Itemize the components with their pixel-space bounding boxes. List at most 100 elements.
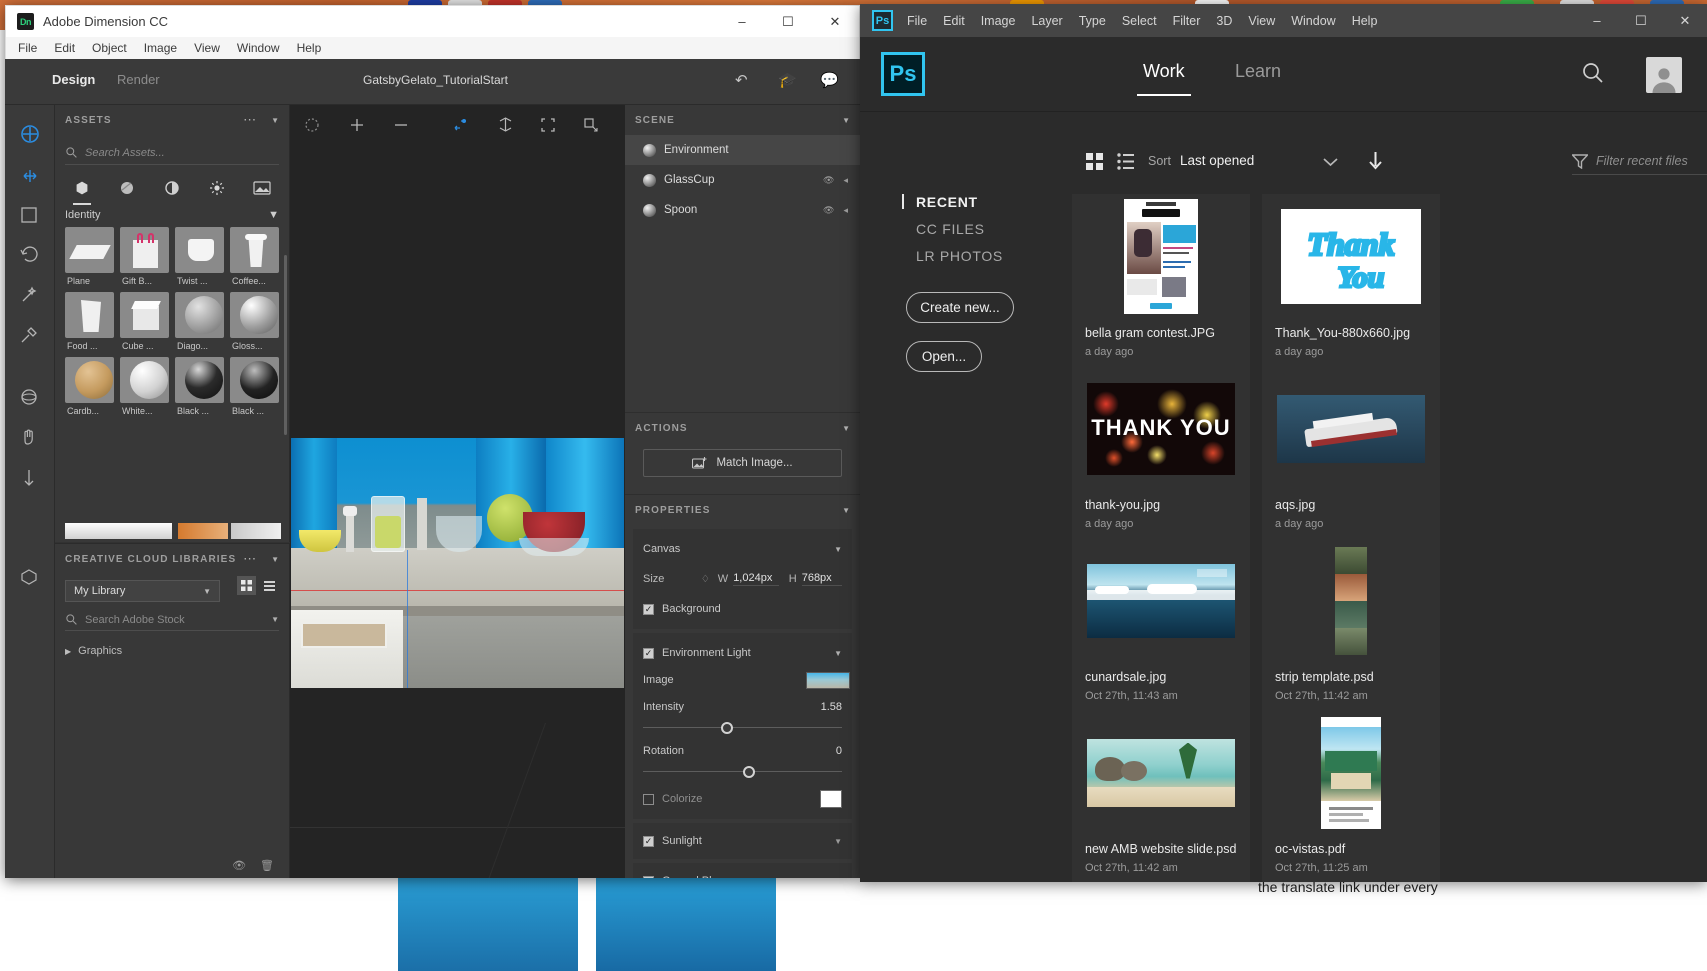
chevron-down-icon[interactable]: ▼ — [271, 615, 279, 624]
tab-work[interactable]: Work — [1137, 61, 1191, 96]
maximize-button[interactable]: ☐ — [765, 6, 811, 38]
render-tool-icon[interactable] — [19, 567, 41, 589]
sidebar-item-lr-photos[interactable]: LR PHOTOS — [902, 248, 1067, 264]
colorize-checkbox[interactable] — [643, 793, 654, 805]
sort-select[interactable]: Last opened — [1172, 148, 1340, 175]
scene-item-controls[interactable]: 👁 ◂ — [823, 205, 860, 216]
intensity-knob[interactable] — [721, 722, 733, 734]
chevron-down-icon[interactable]: ▼ — [842, 506, 850, 515]
sunlight-row[interactable]: ✓ Sunlight ▼ — [643, 829, 842, 853]
asset-item[interactable]: Plane — [65, 227, 114, 286]
undo-icon[interactable]: ↶ — [735, 71, 748, 89]
list-view-icon[interactable] — [1117, 153, 1134, 175]
recent-file-card[interactable]: oc-vistas.pdf Oct 27th, 11:25 am — [1262, 710, 1440, 882]
asset-item[interactable]: Black ... — [175, 357, 224, 416]
menu-window[interactable]: Window — [237, 41, 280, 55]
recent-file-card[interactable]: strip template.psd Oct 27th, 11:42 am — [1262, 538, 1440, 710]
menu-file[interactable]: File — [18, 41, 37, 55]
grid-view-icon[interactable] — [237, 576, 256, 595]
menu-help[interactable]: Help — [1352, 14, 1378, 28]
colorize-color-swatch[interactable] — [820, 790, 842, 808]
asset-item[interactable]: Diago... — [175, 292, 224, 351]
rotation-value[interactable]: 0 — [836, 745, 842, 757]
minimize-button[interactable]: – — [719, 6, 765, 38]
scene-item-environment[interactable]: Environment — [625, 135, 860, 165]
eyedropper-icon[interactable] — [19, 325, 41, 347]
canvas-tool-frame-icon[interactable] — [540, 117, 556, 138]
environment-image-swatch[interactable] — [806, 671, 850, 689]
dimension-canvas[interactable] — [290, 105, 625, 878]
scene-item-controls[interactable]: 👁 ◂ — [823, 175, 860, 186]
colorize-row[interactable]: Colorize — [643, 787, 842, 811]
lock-icon[interactable]: ◂ — [843, 175, 848, 186]
asset-item[interactable]: Food ... — [65, 292, 114, 351]
visibility-icon[interactable]: 👁 — [232, 859, 246, 872]
background-row[interactable]: ✓ Background — [643, 597, 842, 621]
lock-icon[interactable]: ◂ — [843, 205, 848, 216]
chevron-down-icon[interactable]: ▼ — [834, 545, 842, 554]
menu-layer[interactable]: Layer — [1031, 14, 1062, 28]
menu-image[interactable]: Image — [981, 14, 1016, 28]
lights-icon[interactable] — [204, 175, 230, 201]
assets-search-input[interactable]: Search Assets... — [65, 141, 279, 165]
ground-plane-row[interactable]: ✓ Ground Plane ▼ — [643, 869, 842, 878]
close-button[interactable]: ✕ — [811, 6, 859, 38]
library-select[interactable]: My Library ▼ — [65, 580, 220, 602]
recent-file-card[interactable]: aqs.jpg a day ago — [1262, 366, 1440, 538]
asset-item[interactable]: Cube ... — [120, 292, 169, 351]
images-icon[interactable] — [249, 175, 275, 201]
link-dimensions-icon[interactable]: ♢ — [701, 574, 710, 585]
recent-file-card[interactable]: bella gram contest.JPG a day ago — [1072, 194, 1250, 366]
ground-plane-checkbox[interactable]: ✓ — [643, 875, 654, 878]
height-input[interactable]: 768px — [801, 572, 842, 586]
menu-window[interactable]: Window — [1291, 14, 1335, 28]
intensity-value[interactable]: 1.58 — [821, 701, 842, 713]
chevron-down-icon[interactable]: ▼ — [834, 649, 842, 658]
chevron-down-icon[interactable]: ▼ — [271, 116, 279, 125]
canvas-tool-orbit-icon[interactable] — [304, 117, 320, 138]
environment-light-row[interactable]: ✓ Environment Light ▼ — [643, 641, 842, 665]
menu-image[interactable]: Image — [144, 41, 177, 55]
list-view-icon[interactable] — [260, 576, 279, 595]
asset-item[interactable]: White... — [120, 357, 169, 416]
recent-file-card[interactable]: new AMB website slide.psd Oct 27th, 11:4… — [1072, 710, 1250, 882]
tab-design[interactable]: Design — [52, 72, 95, 88]
menu-file[interactable]: File — [907, 14, 927, 28]
assets-options-icon[interactable]: ⋯ — [243, 112, 257, 128]
chevron-down-icon[interactable]: ▼ — [834, 837, 842, 846]
assets-scrollbar[interactable] — [284, 255, 287, 435]
sidebar-item-cc-files[interactable]: CC FILES — [902, 221, 1067, 237]
canvas-tool-zoom-in-icon[interactable] — [349, 117, 365, 138]
menu-type[interactable]: Type — [1079, 14, 1106, 28]
graphics-group[interactable]: ▶ Graphics — [55, 631, 289, 657]
minimize-button[interactable]: – — [1575, 4, 1619, 37]
shapes-icon[interactable] — [159, 175, 185, 201]
asset-thumbnail-partial[interactable] — [178, 523, 228, 539]
asset-item[interactable]: Cardb... — [65, 357, 114, 416]
menu-object[interactable]: Object — [92, 41, 127, 55]
chevron-down-icon[interactable]: ▼ — [842, 424, 850, 433]
menu-filter[interactable]: Filter — [1173, 14, 1201, 28]
adobe-stock-search-input[interactable]: Search Adobe Stock ▼ — [65, 609, 279, 631]
materials-icon[interactable] — [114, 175, 140, 201]
chevron-down-icon[interactable]: ▼ — [842, 116, 850, 125]
tab-learn[interactable]: Learn — [1235, 61, 1281, 82]
rotation-slider[interactable] — [643, 765, 842, 779]
asset-thumbnail-partial[interactable] — [231, 523, 281, 539]
scene-item-spoon[interactable]: Spoon 👁 ◂ — [625, 195, 860, 225]
environment-light-checkbox[interactable]: ✓ — [643, 647, 654, 659]
create-new-button[interactable]: Create new... — [906, 292, 1014, 323]
chevron-down-icon[interactable]: ▼ — [834, 877, 842, 879]
menu-edit[interactable]: Edit — [54, 41, 75, 55]
asset-item[interactable]: Black ... — [230, 357, 279, 416]
recent-file-card[interactable]: THANK YOU thank-you.jpg a day ago — [1072, 366, 1250, 538]
visibility-icon[interactable]: 👁 — [823, 175, 834, 186]
select-tool-icon[interactable] — [19, 165, 41, 187]
trash-icon[interactable]: 🗑 — [260, 859, 274, 872]
match-image-button[interactable]: Match Image... — [643, 449, 842, 477]
avatar[interactable] — [1646, 57, 1682, 93]
recent-file-card[interactable]: cunardsale.jpg Oct 27th, 11:43 am — [1072, 538, 1250, 710]
models-icon[interactable] — [69, 175, 95, 205]
tab-render[interactable]: Render — [117, 72, 160, 87]
width-input[interactable]: 1,024px — [733, 572, 779, 586]
